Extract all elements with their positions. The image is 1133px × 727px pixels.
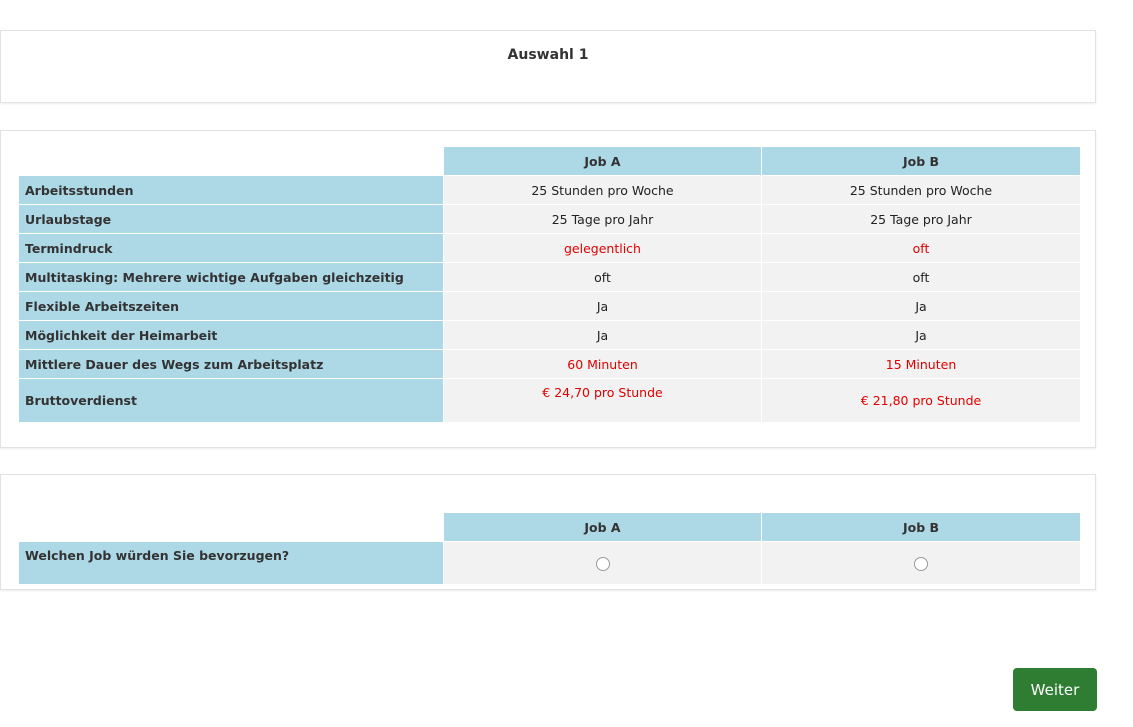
comparison-table: Job A Job B Arbeitsstunden 25 Stunden pr… [18,146,1081,423]
header-job-b: Job B [761,146,1081,176]
job-b-value: oft [761,262,1081,292]
comparison-panel: Job A Job B Arbeitsstunden 25 Stunden pr… [0,130,1096,448]
question-label: Welchen Job würden Sie bevorzugen? [18,541,444,585]
job-b-value: 25 Stunden pro Woche [761,175,1081,205]
job-a-value: Ja [443,320,762,350]
header-empty-cell [19,147,444,176]
job-a-value: € 24,70 pro Stunde [443,378,762,423]
job-b-value: 15 Minuten [761,349,1081,379]
row-label: Flexible Arbeitszeiten [18,291,444,321]
header-job-a: Job A [443,146,762,176]
table-row: Mittlere Dauer des Wegs zum Arbeitsplatz… [18,349,1081,379]
next-button[interactable]: Weiter [1013,668,1097,711]
row-label: Multitasking: Mehrere wichtige Aufgaben … [18,262,444,292]
comparison-header-row: Job A Job B [19,146,1081,176]
row-label: Urlaubstage [18,204,444,234]
question-table: Job A Job B Welchen Job würden Sie bevor… [18,512,1081,585]
header-empty-cell [19,513,444,542]
job-b-radio-cell[interactable] [761,541,1081,585]
page-title: Auswahl 1 [507,47,589,63]
row-label: Termindruck [18,233,444,263]
job-a-value: gelegentlich [443,233,762,263]
job-b-value: 25 Tage pro Jahr [761,204,1081,234]
job-a-value: Ja [443,291,762,321]
question-panel: Job A Job B Welchen Job würden Sie bevor… [0,474,1096,590]
row-label: Bruttoverdienst [18,378,444,423]
table-row: Bruttoverdienst € 24,70 pro Stunde € 21,… [18,378,1081,423]
table-row: Arbeitsstunden 25 Stunden pro Woche 25 S… [18,175,1081,205]
job-b-value: € 21,80 pro Stunde [761,378,1081,423]
header-job-b: Job B [761,512,1081,542]
question-row: Welchen Job würden Sie bevorzugen? [18,541,1081,585]
job-b-value: oft [761,233,1081,263]
table-row: Urlaubstage 25 Tage pro Jahr 25 Tage pro… [18,204,1081,234]
job-b-value: Ja [761,320,1081,350]
row-label: Arbeitsstunden [18,175,444,205]
row-label: Möglichkeit der Heimarbeit [18,320,444,350]
job-a-radio-cell[interactable] [443,541,762,585]
table-row: Flexible Arbeitszeiten Ja Ja [18,291,1081,321]
title-panel: Auswahl 1 [0,30,1096,103]
job-a-value: oft [443,262,762,292]
table-row: Möglichkeit der Heimarbeit Ja Ja [18,320,1081,350]
job-a-value: 25 Stunden pro Woche [443,175,762,205]
table-row: Termindruck gelegentlich oft [18,233,1081,263]
job-a-radio[interactable] [595,556,610,571]
job-a-value: 60 Minuten [443,349,762,379]
job-b-value: Ja [761,291,1081,321]
header-job-a: Job A [443,512,762,542]
table-row: Multitasking: Mehrere wichtige Aufgaben … [18,262,1081,292]
job-b-radio[interactable] [914,556,928,571]
question-header-row: Job A Job B [19,512,1081,542]
job-a-value: 25 Tage pro Jahr [443,204,762,234]
row-label: Mittlere Dauer des Wegs zum Arbeitsplatz [18,349,444,379]
